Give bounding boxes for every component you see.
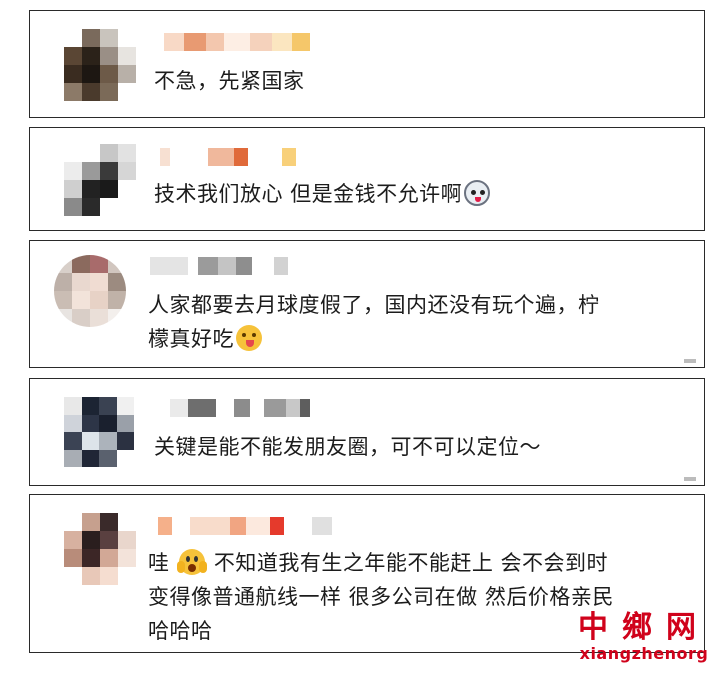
comment-text: 不急，先紧国家 bbox=[154, 69, 305, 93]
username-blurred[interactable] bbox=[164, 33, 334, 51]
avatar[interactable] bbox=[64, 29, 136, 101]
username-blurred[interactable] bbox=[158, 517, 408, 535]
comment-text: 哇 不知道我有生之年能不能赶上 会不会到时 bbox=[148, 549, 609, 575]
divider bbox=[684, 477, 696, 481]
site-watermark: 中鄉网 xiangzhenorg bbox=[578, 610, 710, 663]
comment-text-line3: 哈哈哈 bbox=[148, 619, 213, 643]
username-blurred[interactable] bbox=[150, 257, 310, 275]
comment-card: 关键是能不能发朋友圈，可不可以定位～ bbox=[29, 378, 705, 486]
avatar[interactable] bbox=[54, 255, 126, 327]
username-blurred[interactable] bbox=[170, 399, 370, 417]
avatar[interactable] bbox=[64, 397, 134, 467]
divider bbox=[684, 359, 696, 363]
comment-text: 人家都要去月球度假了，国内还没有玩个遍，柠 bbox=[148, 293, 600, 317]
comment-card: 技术我们放心 但是金钱不允许啊 bbox=[29, 127, 705, 231]
comment-card: 人家都要去月球度假了，国内还没有玩个遍，柠 檬真好吃 bbox=[29, 240, 705, 368]
avatar[interactable] bbox=[64, 513, 136, 585]
comment-card: 不急，先紧国家 bbox=[29, 10, 705, 118]
comment-screenshot: { "comments": [ {"text": "不急，先紧国家", "emo… bbox=[0, 0, 726, 673]
face-with-tongue-icon bbox=[236, 325, 262, 351]
comment-text-line2: 变得像普通航线一样 很多公司在做 然后价格亲民 bbox=[148, 585, 614, 609]
avatar[interactable] bbox=[64, 144, 136, 216]
username-blurred[interactable] bbox=[160, 148, 330, 166]
comment-text: 技术我们放心 但是金钱不允许啊 bbox=[154, 178, 492, 210]
fearful-face-icon bbox=[176, 549, 207, 575]
husky-face-icon bbox=[464, 180, 491, 206]
comment-text-line2: 檬真好吃 bbox=[148, 323, 264, 355]
comment-text: 关键是能不能发朋友圈，可不可以定位～ bbox=[154, 435, 541, 459]
